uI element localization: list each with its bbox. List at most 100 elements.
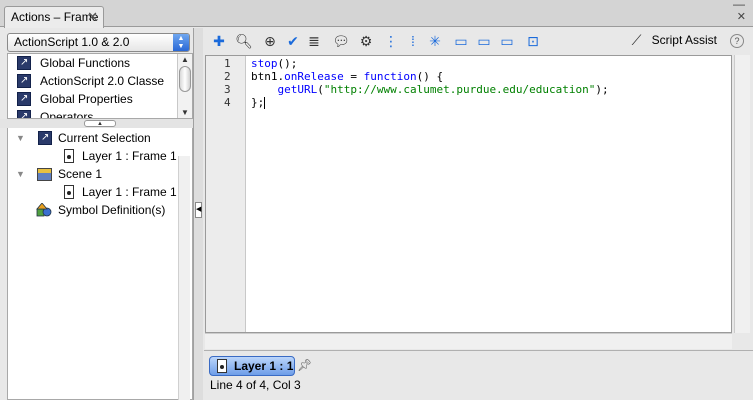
symbol-shapes-icon bbox=[36, 203, 52, 217]
library-scrollbar[interactable]: ▲ ▼ bbox=[177, 54, 192, 118]
frame-script-tab[interactable]: Layer 1 : 1 bbox=[209, 356, 295, 376]
remove-comment-icon[interactable]: ▭ bbox=[498, 32, 516, 50]
library-item-as2-classes[interactable]: ActionScript 2.0 Classe bbox=[8, 72, 192, 90]
scroll-up-icon[interactable]: ▲ bbox=[181, 55, 189, 64]
magic-wand-icon: ⟋ bbox=[631, 32, 642, 48]
library-item-operators[interactable]: Operators bbox=[8, 108, 192, 119]
text-caret bbox=[264, 97, 266, 109]
apply-line-comment-icon[interactable]: ▭ bbox=[475, 32, 493, 50]
script-assist-button[interactable]: ⟋ Script Assist ? bbox=[630, 31, 747, 51]
tree-item-label: Layer 1 : Frame 1 bbox=[82, 185, 177, 199]
code-keyword: stop bbox=[251, 57, 278, 70]
code-line: }; bbox=[251, 96, 266, 109]
tab-actions-frame[interactable]: Actions – Frame ✕ bbox=[4, 6, 104, 28]
book-icon bbox=[17, 90, 31, 108]
add-item-icon[interactable]: ✚ bbox=[210, 32, 228, 50]
tab-close-icon[interactable]: ✕ bbox=[87, 9, 98, 25]
actions-toolbar: ✚ 🔍︎ ⊕ ✔ ≣ 💬︎ ⚙ ⋮ ⁞ ✳ ▭ ▭ ▭ ⊡ ⟋ Script A… bbox=[204, 28, 753, 54]
scroll-down-icon[interactable]: ▼ bbox=[181, 108, 189, 117]
script-navigator-tree: ▼ Current Selection Layer 1 : Frame 1 ▼ … bbox=[7, 128, 193, 400]
language-version-value: ActionScript 1.0 & 2.0 bbox=[14, 35, 130, 49]
collapse-arrow-icon[interactable]: ◀ bbox=[195, 202, 202, 218]
tree-item-scene[interactable]: ▼ Scene 1 bbox=[8, 165, 188, 183]
frame-icon bbox=[64, 149, 74, 163]
editor-status-area: Layer 1 : 1 📌︎ Line 4 of 4, Col 3 bbox=[204, 350, 753, 400]
expand-triangle-icon[interactable]: ▼ bbox=[16, 165, 25, 183]
tree-item-current-selection[interactable]: ▼ Current Selection bbox=[8, 129, 188, 147]
editor-horizontal-scrollbar[interactable] bbox=[205, 333, 732, 349]
auto-format-icon[interactable]: ≣ bbox=[305, 32, 323, 50]
code-line: btn1.onRelease = function() { bbox=[251, 70, 443, 83]
tree-scrollbar[interactable] bbox=[178, 156, 190, 400]
frame-icon bbox=[64, 185, 74, 199]
select-arrows-icon: ▲ ▼ bbox=[173, 34, 189, 51]
code-text: (); bbox=[277, 57, 298, 70]
splitter-grip-icon[interactable]: ▲ bbox=[84, 120, 116, 127]
actions-toolbox-panel: ActionScript 1.0 & 2.0 ▲▼ Global Functio… bbox=[0, 28, 196, 400]
library-item-label: Global Properties bbox=[40, 92, 133, 106]
panel-tab-bar: Actions – Frame ✕ — ✕ bbox=[0, 0, 753, 28]
tree-item-symbol-definitions[interactable]: Symbol Definition(s) bbox=[8, 201, 188, 219]
book-icon bbox=[17, 54, 31, 72]
code-text: ); bbox=[595, 83, 609, 96]
code-hint-icon[interactable]: 💬︎ bbox=[332, 32, 350, 50]
check-syntax-icon[interactable]: ✔ bbox=[284, 32, 302, 50]
line-number: 3 bbox=[224, 83, 231, 96]
find-icon[interactable]: 🔍︎ bbox=[235, 32, 253, 50]
window-close-icon[interactable]: ✕ bbox=[737, 10, 746, 23]
pin-script-icon[interactable]: 📌︎ bbox=[297, 358, 312, 372]
show-hide-toolbox-icon[interactable]: ⊡ bbox=[524, 32, 542, 50]
code-text: btn1. bbox=[251, 70, 285, 83]
debug-options-icon[interactable]: ⚙ bbox=[357, 32, 375, 50]
tree-item-scene-frame[interactable]: Layer 1 : Frame 1 bbox=[8, 183, 188, 201]
code-text: ( bbox=[317, 83, 324, 96]
language-version-select[interactable]: ActionScript 1.0 & 2.0 ▲ ▼ bbox=[7, 33, 190, 52]
tree-item-label: Layer 1 : Frame 1 bbox=[82, 149, 177, 163]
script-editor[interactable]: 1 2 3 4 stop(); btn1.onRelease = functio… bbox=[205, 55, 732, 333]
tree-item-label: Current Selection bbox=[58, 131, 151, 145]
book-icon bbox=[17, 108, 31, 118]
script-assist-label: Script Assist bbox=[651, 33, 717, 47]
line-number: 2 bbox=[224, 70, 231, 83]
actions-library-list: Global Functions ActionScript 2.0 Classe… bbox=[7, 53, 193, 119]
editor-vertical-scrollbar[interactable] bbox=[734, 55, 750, 333]
line-number: 1 bbox=[224, 57, 231, 70]
library-item-global-functions[interactable]: Global Functions bbox=[8, 54, 192, 72]
scene-icon bbox=[37, 168, 52, 181]
tree-item-label: Symbol Definition(s) bbox=[58, 203, 166, 217]
code-keyword: getURL bbox=[277, 83, 318, 96]
tab-title: Actions – Frame bbox=[11, 10, 99, 24]
toolbox-collapse-bar[interactable]: ◀ bbox=[193, 28, 203, 400]
panel-splitter[interactable]: ▲ bbox=[0, 119, 196, 128]
frame-tab-label: Layer 1 : 1 bbox=[234, 359, 294, 373]
library-item-label: Operators bbox=[40, 110, 94, 119]
expand-all-icon[interactable]: ✳ bbox=[426, 32, 444, 50]
collapse-selection-icon[interactable]: ⁞ bbox=[404, 32, 422, 50]
code-keyword: onRelease bbox=[284, 70, 344, 83]
tree-item-current-frame[interactable]: Layer 1 : Frame 1 bbox=[8, 147, 188, 165]
code-text: () { bbox=[416, 70, 444, 83]
line-number-gutter: 1 2 3 4 bbox=[206, 56, 246, 332]
apply-block-comment-icon[interactable]: ▭ bbox=[452, 32, 470, 50]
code-string: "http://www.calumet.purdue.edu/education… bbox=[323, 83, 596, 96]
collapse-braces-icon[interactable]: ⋮ bbox=[382, 32, 400, 50]
tree-item-label: Scene 1 bbox=[58, 167, 103, 181]
help-icon[interactable]: ? bbox=[730, 34, 744, 48]
library-item-label: Global Functions bbox=[40, 56, 131, 70]
code-text: }; bbox=[251, 96, 265, 109]
code-line: getURL("http://www.calumet.purdue.edu/ed… bbox=[251, 83, 609, 96]
line-number: 4 bbox=[224, 96, 231, 109]
code-line: stop(); bbox=[251, 57, 297, 70]
code-keyword: function bbox=[363, 70, 417, 83]
library-item-label: ActionScript 2.0 Classe bbox=[40, 74, 165, 88]
expand-triangle-icon[interactable]: ▼ bbox=[16, 129, 25, 147]
cursor-position-status: Line 4 of 4, Col 3 bbox=[210, 378, 301, 392]
library-item-global-properties[interactable]: Global Properties bbox=[8, 90, 192, 108]
scroll-thumb[interactable] bbox=[179, 66, 191, 92]
book-icon bbox=[17, 72, 31, 90]
code-text: = bbox=[343, 70, 364, 83]
target-path-icon[interactable]: ⊕ bbox=[261, 32, 279, 50]
frame-icon bbox=[217, 359, 227, 373]
selection-icon bbox=[38, 129, 52, 147]
